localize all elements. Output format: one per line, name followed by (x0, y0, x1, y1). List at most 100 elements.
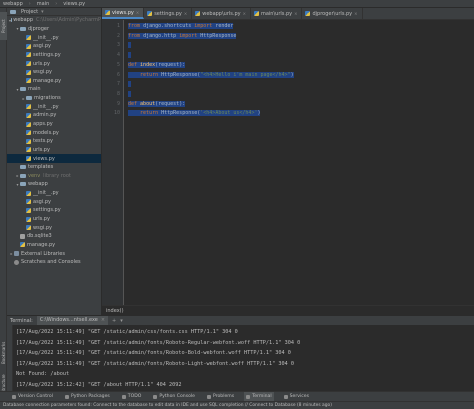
tree-item[interactable]: db.sqlite3 (7, 232, 101, 241)
tree-item[interactable]: ▾ djproger (7, 25, 101, 34)
tree-item[interactable]: settings.py (7, 51, 101, 60)
python-file-icon (26, 104, 31, 110)
tree-item[interactable]: admin.py (7, 111, 101, 120)
navigation-breadcrumb: webapp › main › views.py (0, 0, 474, 8)
tree-item-label: apps.py (33, 121, 53, 127)
tree-item[interactable]: settings.py (7, 206, 101, 215)
tree-item[interactable]: ▾ webapp C:\Users\Admin\PycharmP (7, 16, 101, 25)
code-line[interactable]: from django.http import HttpResponse (128, 32, 237, 41)
tree-item[interactable]: __init__.py (7, 189, 101, 198)
editor-tab[interactable]: main\urls.py × (251, 8, 303, 19)
tree-item[interactable]: ▾ webapp (7, 180, 101, 189)
project-tool-button[interactable]: Project (0, 12, 7, 40)
code-line[interactable] (128, 90, 132, 99)
code-line[interactable] (128, 51, 132, 60)
tool-window-button[interactable]: Terminal (244, 391, 274, 402)
terminal-line: [17/Aug/2022 15:11:49] "GET /static/admi… (16, 350, 291, 356)
code-editor[interactable]: 1 2 3 4 5 6 7 8 9 10 from django.shortcuts import… (102, 20, 474, 315)
tool-window-button[interactable]: Services (282, 392, 311, 402)
editor-tab[interactable]: djproger\urls.py × (302, 8, 363, 19)
tree-item[interactable]: manage.py (7, 241, 101, 250)
tree-item-label: Scratches and Consoles (21, 259, 81, 266)
tree-item[interactable]: wsgi.py (7, 223, 101, 232)
code-line[interactable]: return HttpResponse("<h4>Hello i'm main … (128, 71, 294, 80)
function-breadcrumb[interactable]: index() (106, 308, 124, 314)
tool-window-button[interactable]: TODO (120, 392, 144, 402)
tab-label: djproger\urls.py (312, 10, 353, 17)
code-line[interactable]: def about(request): (128, 100, 186, 109)
editor-breadcrumb[interactable]: index() (102, 305, 474, 315)
tree-item[interactable]: ▸ venv library root (7, 172, 101, 181)
bookmarks-tool-button[interactable]: Bookmarks (0, 338, 7, 368)
tree-item-label: djproger (28, 25, 50, 32)
tool-window-button[interactable]: Problems (205, 392, 236, 402)
add-icon[interactable]: + (112, 318, 116, 324)
tree-item[interactable]: ▾ main (7, 85, 101, 94)
editor-tab[interactable]: settings.py × (144, 8, 193, 19)
editor-tab[interactable]: views.py × (102, 8, 145, 19)
breadcrumb-folder[interactable]: main (37, 1, 50, 7)
tool-window-label: Problems (213, 394, 235, 399)
tree-item[interactable]: ▸ migrations (7, 94, 101, 103)
tree-item[interactable]: urls.py (7, 215, 101, 224)
python-file-icon (20, 242, 25, 248)
tree-item[interactable]: asgi.py (7, 197, 101, 206)
status-message[interactable]: Database connection parameters found: Co… (3, 403, 332, 408)
code-token: from (128, 32, 144, 39)
tool-window-button[interactable]: Python Packages (63, 392, 112, 402)
tool-window-button[interactable]: Python Console (151, 392, 197, 402)
tree-item[interactable]: manage.py (7, 76, 101, 85)
tree-item[interactable]: apps.py (7, 120, 101, 129)
breadcrumb-project[interactable]: webapp (3, 1, 23, 7)
breadcrumb-file[interactable]: views.py (63, 1, 85, 7)
folder-icon (10, 9, 16, 14)
code-line[interactable]: return HttpResponse('<h4>About us</h4>') (128, 109, 261, 118)
close-icon[interactable]: × (136, 10, 139, 15)
tree-item[interactable]: tests.py (7, 137, 101, 146)
tree-item[interactable]: wsgi.py (7, 68, 101, 77)
code-line[interactable]: def index(request): (128, 61, 186, 70)
python-file-icon (147, 11, 153, 16)
close-icon[interactable]: × (101, 317, 105, 323)
terminal-output[interactable]: [17/Aug/2022 15:11:49] "GET /static/admi… (13, 325, 474, 391)
project-header-label[interactable]: Project (21, 9, 38, 15)
tree-item[interactable]: __init__.py (7, 33, 101, 42)
branch-icon (12, 394, 16, 399)
tree-item[interactable]: ▸ External Libraries (7, 249, 101, 258)
chevron-down-icon[interactable]: ▾ (41, 9, 44, 15)
editor-tab[interactable]: webapp\urls.py × (192, 8, 251, 19)
tree-item-note: library root (43, 172, 71, 179)
tree-item[interactable]: views.py (7, 154, 101, 163)
line-number: 7 (116, 81, 120, 88)
tree-item[interactable]: asgi.py (7, 42, 101, 51)
tree-item-label: admin.py (33, 112, 57, 119)
code-token: return (128, 71, 162, 78)
tree-item[interactable]: models.py (7, 128, 101, 137)
tree-item[interactable]: Scratches and Consoles (7, 258, 101, 267)
tree-item[interactable]: __init__.py (7, 102, 101, 111)
breadcrumb-separator: › (28, 0, 31, 7)
code-token: def (128, 61, 141, 68)
tree-item-label: External Libraries (21, 250, 65, 257)
tree-item[interactable]: urls.py (7, 59, 101, 68)
terminal-tab[interactable]: C:\Windows...ntsell.exe × (36, 315, 109, 326)
python-file-icon (26, 61, 31, 67)
chevron-down-icon[interactable]: ▾ (120, 318, 123, 324)
code-token: index (140, 61, 156, 68)
close-icon[interactable]: × (294, 11, 297, 16)
python-file-icon (26, 130, 31, 136)
close-icon[interactable]: × (243, 11, 246, 16)
code-line[interactable] (128, 41, 132, 50)
close-icon[interactable]: × (354, 11, 357, 16)
code-line[interactable] (128, 80, 132, 89)
line-number: 5 (116, 61, 120, 68)
close-icon[interactable]: × (184, 11, 187, 16)
tool-window-button[interactable]: Version Control (10, 392, 55, 402)
python-file-icon (26, 138, 31, 144)
tree-item-label: db.sqlite3 (27, 233, 52, 240)
code-area[interactable]: from django.shortcuts import render from … (125, 20, 474, 305)
code-line[interactable]: from django.shortcuts import render (128, 22, 234, 31)
tree-item[interactable]: templates (7, 163, 101, 172)
tree-item[interactable]: urls.py (7, 146, 101, 155)
code-token: '<h4>About us</h4>' (200, 110, 258, 117)
